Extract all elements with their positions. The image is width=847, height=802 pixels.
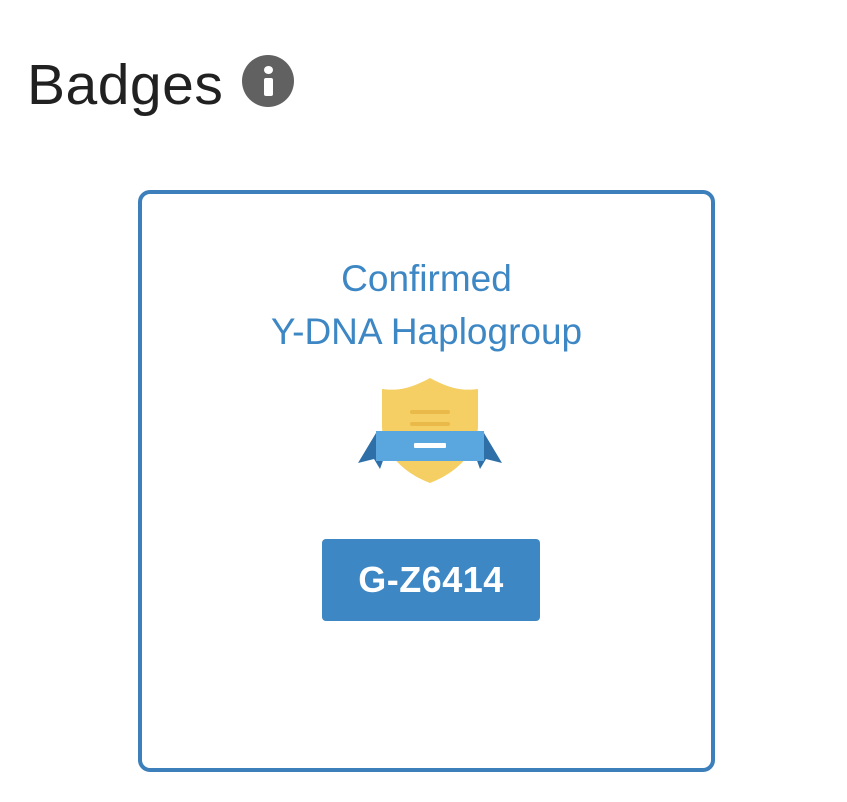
- info-icon-dot: [264, 66, 274, 74]
- badge-title-line-1: Confirmed: [341, 258, 512, 299]
- info-icon-bar: [264, 78, 274, 96]
- shield-shape: [382, 378, 478, 483]
- haplogroup-badge: G-Z6414: [322, 539, 540, 621]
- section-title: Badges: [27, 52, 224, 117]
- ribbon-band-mark: [414, 443, 446, 448]
- badge-title: Confirmed Y-DNA Haplogroup: [142, 252, 711, 358]
- badges-page: Badges Confirmed Y-DNA Haplogroup G-Z641…: [0, 0, 847, 802]
- section-header: Badges: [27, 50, 295, 120]
- badge-card[interactable]: Confirmed Y-DNA Haplogroup G-Z6414: [138, 190, 715, 772]
- badge-title-line-2: Y-DNA Haplogroup: [270, 311, 583, 352]
- info-icon[interactable]: [242, 55, 295, 107]
- shield-line-2: [410, 422, 450, 426]
- shield-ribbon-icon: [358, 378, 502, 483]
- shield-line-1: [410, 410, 450, 414]
